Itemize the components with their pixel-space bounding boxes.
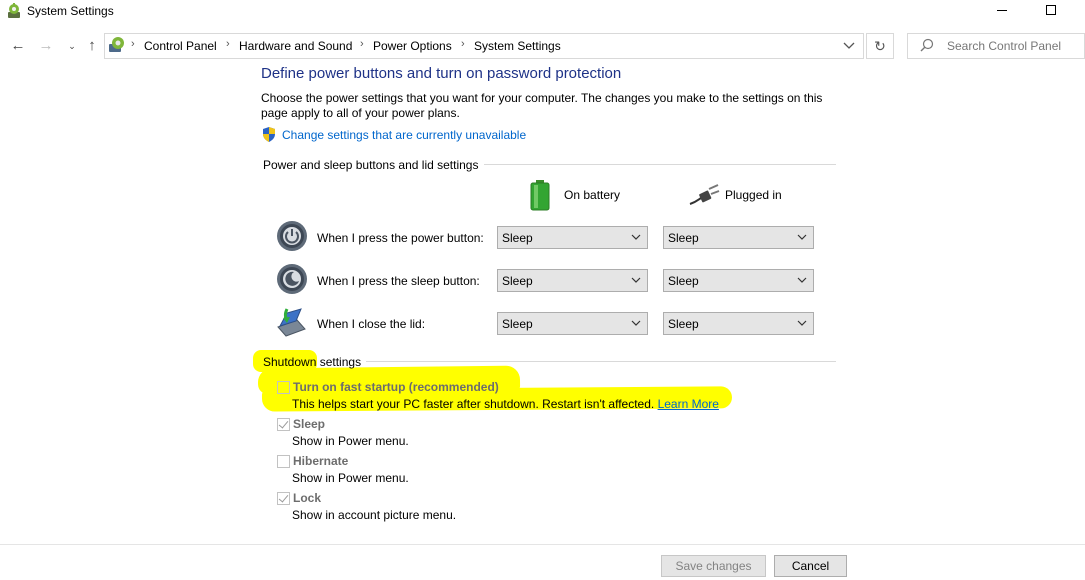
sleep-button-icon [276,263,308,295]
change-unavailable-settings-link[interactable]: Change settings that are currently unava… [282,128,526,142]
page-description: Choose the power settings that you want … [261,91,823,120]
search-placeholder: Search Control Panel [947,39,1062,53]
group-divider [484,164,836,165]
plugged-in-column-label: Plugged in [725,188,782,202]
close-lid-on-battery-select[interactable]: Sleep [497,312,648,335]
select-value: Sleep [668,317,699,331]
sleep-option-description: Show in Power menu. [292,434,409,448]
select-value: Sleep [502,231,533,245]
breadcrumb-separator-icon: › [360,38,364,50]
sleep-option-label: Sleep [293,417,326,431]
select-value: Sleep [668,231,699,245]
chevron-down-icon [631,277,641,283]
close-lid-plugged-in-select[interactable]: Sleep [663,312,814,335]
fast-startup-description-text: This helps start your PC faster after sh… [292,397,655,411]
lock-checkbox[interactable] [277,492,290,505]
hibernate-option-label: Hibernate [293,454,349,468]
hibernate-option-description: Show in Power menu. [292,471,409,485]
save-changes-button[interactable]: Save changes [661,555,766,577]
footer-divider [0,544,1085,545]
sleep-button-plugged-in-select[interactable]: Sleep [663,269,814,292]
lock-option-description: Show in account picture menu. [292,508,457,522]
up-arrow-icon[interactable]: ↑ [82,36,102,56]
search-icon [920,38,934,52]
page-title: Define power buttons and turn on passwor… [261,65,622,82]
chevron-down-icon [797,320,807,326]
select-value: Sleep [502,317,533,331]
power-button-icon [276,220,308,252]
power-buttons-group-title: Power and sleep buttons and lid settings [263,158,479,172]
chevron-down-icon [797,277,807,283]
refresh-icon[interactable]: ↻ [866,33,894,59]
minimize-button[interactable] [990,0,1014,22]
breadcrumb-separator-icon: › [226,38,230,50]
recent-locations-chevron-icon[interactable]: ⌄ [62,36,82,56]
forward-arrow-icon[interactable]: → [36,36,56,56]
on-battery-column-label: On battery [564,188,621,202]
select-value: Sleep [502,274,533,288]
group-divider [366,361,836,362]
shutdown-group-title: Shutdown settings [263,355,362,369]
fast-startup-label: Turn on fast startup (recommended) [293,380,499,394]
window-title: System Settings [27,4,114,18]
title-bar [0,0,1085,26]
power-button-plugged-in-select[interactable]: Sleep [663,226,814,249]
address-dropdown-chevron-icon[interactable] [838,36,860,56]
learn-more-link[interactable]: Learn More [658,397,719,411]
sleep-button-on-battery-select[interactable]: Sleep [497,269,648,292]
breadcrumb-power-options[interactable]: Power Options [373,39,452,53]
uac-shield-icon [262,127,276,142]
back-arrow-icon[interactable]: ← [8,36,28,56]
power-plug-icon [688,184,720,208]
sleep-button-label: When I press the sleep button: [317,274,480,288]
breadcrumb-control-panel[interactable]: Control Panel [144,39,217,53]
breadcrumb-separator-icon: › [461,38,465,50]
chevron-down-icon [631,234,641,240]
chevron-down-icon [631,320,641,326]
breadcrumb-separator-icon: › [131,38,135,50]
select-value: Sleep [668,274,699,288]
close-lid-label: When I close the lid: [317,317,426,331]
power-button-on-battery-select[interactable]: Sleep [497,226,648,249]
maximize-button[interactable] [1040,0,1064,22]
sleep-checkbox[interactable] [277,418,290,431]
cancel-button[interactable]: Cancel [774,555,847,577]
fast-startup-description: This helps start your PC faster after sh… [292,397,719,411]
breadcrumb-hardware-and-sound[interactable]: Hardware and Sound [239,39,352,53]
battery-icon [530,180,550,211]
laptop-lid-icon [275,305,307,337]
fast-startup-checkbox[interactable] [277,381,290,394]
lock-option-label: Lock [293,491,322,505]
breadcrumb-system-settings[interactable]: System Settings [474,39,561,53]
power-button-label: When I press the power button: [317,231,484,245]
system-settings-icon [6,3,22,19]
chevron-down-icon [797,234,807,240]
control-panel-icon [108,36,126,54]
hibernate-checkbox[interactable] [277,455,290,468]
